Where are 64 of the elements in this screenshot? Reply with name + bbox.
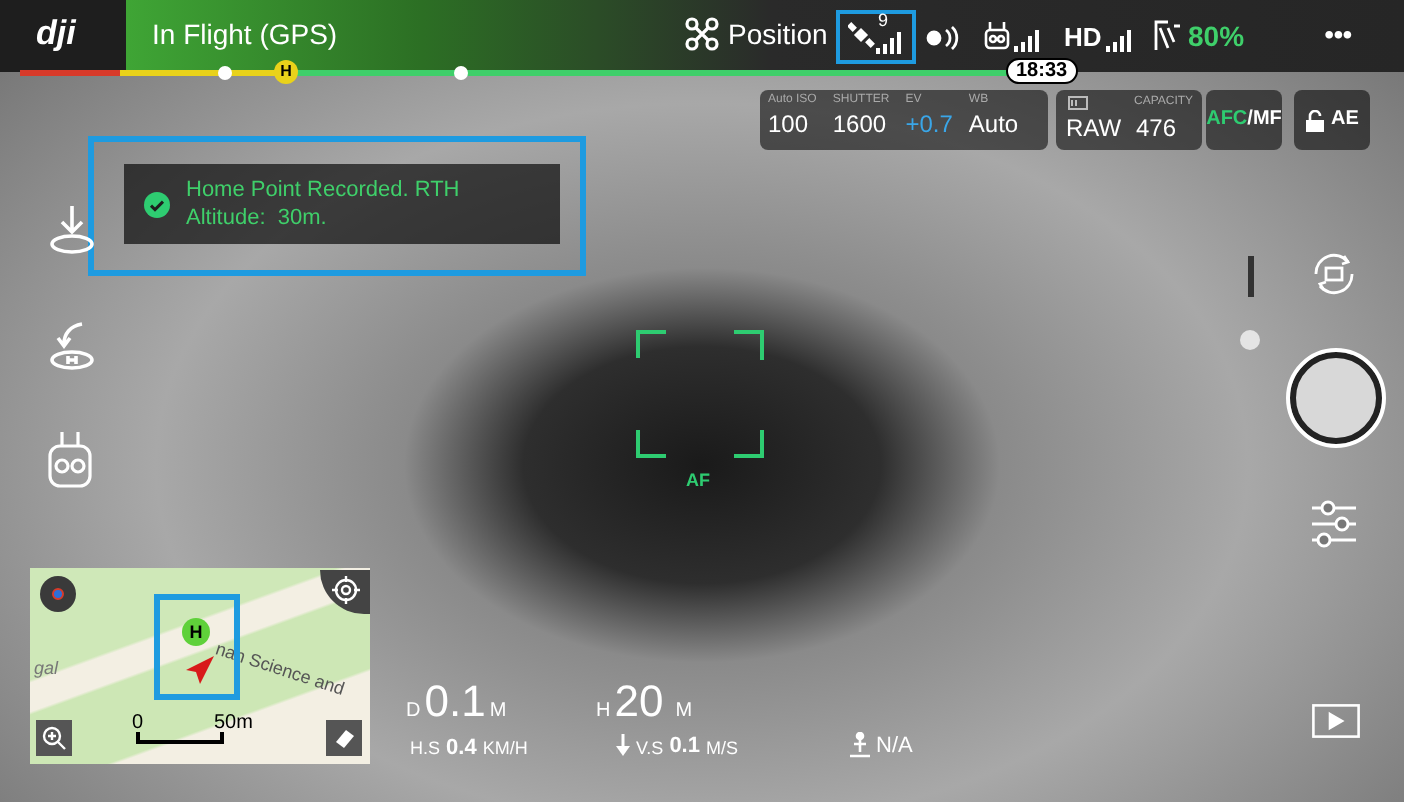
distance-value: 0.1: [424, 680, 486, 724]
horizontal-speed-value: 0.4: [446, 738, 477, 760]
notification-text: Home Point Recorded. RTH Altitude: 30m.: [186, 176, 462, 232]
map-scale-start: 0: [132, 714, 144, 734]
memory-card-icon: [1068, 96, 1088, 110]
signal-bars-icon: [1014, 30, 1040, 52]
signal-bars-icon: [1106, 30, 1132, 52]
playback-icon[interactable]: [1312, 704, 1360, 738]
height-unit: M: [675, 702, 693, 722]
horizontal-speed-label: H.S: [410, 740, 441, 758]
capacity-value: 476: [1136, 116, 1177, 140]
locate-icon[interactable]: [332, 576, 360, 604]
camera-settings-panel[interactable]: [760, 90, 1048, 150]
vertical-speed-value: 0.1: [669, 736, 700, 758]
highlight-frame: [154, 594, 240, 700]
aircraft-arrow-icon: [184, 654, 216, 686]
satellite-icon: [848, 22, 876, 50]
radio-signal-icon: [926, 26, 962, 50]
vision-sensor-icon: [850, 732, 870, 758]
auto-exposure-lock-button[interactable]: AE: [1294, 90, 1370, 150]
vertical-speed-unit: M/S: [705, 740, 738, 758]
map-scale-bar: [136, 732, 224, 744]
drone-icon: [684, 16, 720, 52]
more-menu-button[interactable]: •••: [1308, 12, 1368, 56]
flight-status[interactable]: In Flight (GPS): [152, 20, 338, 48]
vertical-arrow-icon: [616, 734, 630, 758]
map-scale-end: 50m: [214, 714, 253, 734]
remote-controller-icon[interactable]: [48, 430, 92, 490]
zoom-in-icon: [42, 726, 66, 750]
distance-unit: M: [489, 702, 507, 722]
check-circle-icon: [144, 191, 170, 217]
eraser-icon: [332, 726, 356, 750]
vertical-speed-label: V.S: [636, 740, 664, 758]
video-link-label: HD: [1064, 24, 1102, 50]
return-home-icon[interactable]: [48, 320, 96, 372]
highlight-frame: [836, 10, 916, 64]
dji-logo: dji: [36, 16, 76, 50]
takeoff-icon[interactable]: [48, 204, 96, 256]
unlocked-padlock-icon: [1305, 109, 1324, 131]
camera-setting-value: 1600: [832, 112, 889, 136]
image-format: RAW: [1066, 116, 1122, 140]
storage-panel[interactable]: [1056, 90, 1202, 150]
height-label: H: [596, 702, 611, 722]
camera-setting-value: +0.7: [905, 112, 953, 136]
height-value: 20: [614, 680, 664, 724]
camera-setting-value: Auto: [968, 112, 1019, 136]
vision-distance: N/A: [876, 736, 913, 758]
focus-label: AF: [686, 472, 710, 490]
remote-controller-icon: [984, 22, 1010, 50]
distance-label: D: [406, 702, 421, 722]
zoom-in-button[interactable]: [36, 720, 72, 756]
map-place-label: gal: [34, 660, 59, 678]
flight-mode[interactable]: Position: [728, 20, 828, 48]
battery-icon: [1154, 20, 1182, 52]
battery-percentage: 80%: [1188, 22, 1245, 50]
focus-mode-button[interactable]: AFC/MF: [1206, 90, 1282, 150]
remaining-flight-time: 18:33: [1006, 58, 1078, 84]
settings-sliders-icon[interactable]: [1312, 500, 1356, 548]
clear-path-button[interactable]: [326, 720, 362, 756]
focus-frame[interactable]: [636, 330, 764, 458]
horizontal-speed-unit: KM/H: [482, 740, 528, 758]
camera-setting-value: 100: [768, 112, 811, 136]
signal-bars-icon: [876, 32, 902, 54]
satellite-count: 9: [878, 12, 889, 30]
